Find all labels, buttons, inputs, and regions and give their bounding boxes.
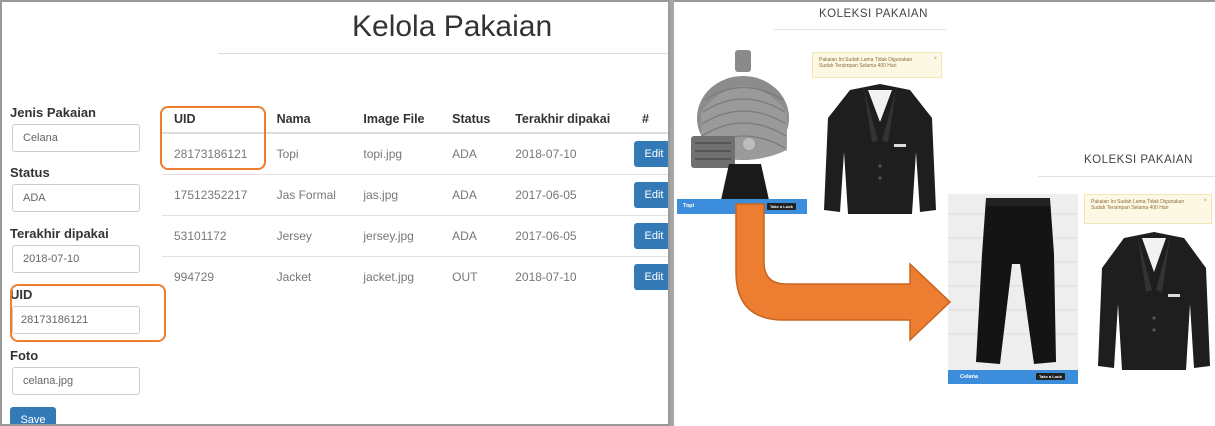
row-tanggal: 2018-07-10 xyxy=(503,133,630,175)
row-image: jacket.jpg xyxy=(363,270,415,284)
edit-button[interactable]: Edit xyxy=(634,182,668,208)
topi-card-name: Topi xyxy=(683,203,695,209)
row-nama: Jersey xyxy=(264,215,352,257)
table-row: 53101172 Jersey jersey.jpg ADA 2017-06-0… xyxy=(162,215,668,257)
row-nama: Topi xyxy=(264,133,352,175)
row-status: ADA xyxy=(440,133,504,175)
celana-take-look-button[interactable]: Take a Look xyxy=(1036,373,1065,380)
row-image: jersey.jpg xyxy=(351,215,441,257)
table-row: 17512352217 Jas Formal jas.jpg ADA 2017-… xyxy=(162,174,668,216)
row-tanggal: 2017-06-05 xyxy=(503,174,630,216)
jas-image xyxy=(824,84,936,214)
status-column-header: Status xyxy=(440,106,504,134)
close-icon[interactable]: × xyxy=(933,56,937,62)
row-nama: Jas Formal xyxy=(264,174,352,216)
row-uid: 994729 xyxy=(174,270,215,284)
tanggal-column-header: Terakhir dipakai xyxy=(503,106,630,134)
edit-button[interactable]: Edit xyxy=(634,223,668,249)
row-tanggal: 2018-07-10 xyxy=(515,270,577,284)
koleksi-title-bottom: KOLEKSI PAKAIAN xyxy=(1084,154,1193,166)
save-button[interactable]: Save xyxy=(10,407,56,424)
terakhir-input[interactable]: 2018-07-10 xyxy=(12,245,140,273)
edit-button[interactable]: Edit xyxy=(634,264,668,290)
row-status: ADA xyxy=(440,174,504,216)
koleksi-title-top: KOLEKSI PAKAIAN xyxy=(819,8,928,20)
row-image: topi.jpg xyxy=(351,133,441,175)
close-icon[interactable]: × xyxy=(1203,198,1207,204)
koleksi-panel: KOLEKSI PAKAIAN Topi Take a Look Pakaian… xyxy=(674,0,1215,426)
table-row: 994729 Jacket jacket.jpg OUT 2018-07-10 … xyxy=(162,257,668,298)
foto-input[interactable]: celana.jpg xyxy=(12,367,140,395)
terakhir-label: Terakhir dipakai xyxy=(10,226,109,241)
topi-image xyxy=(691,50,789,200)
edit-button[interactable]: Edit xyxy=(634,141,668,167)
celana-card-bar: Celana Take a Look xyxy=(948,370,1078,384)
row-uid: 53101172 xyxy=(162,215,265,257)
status-input[interactable]: ADA xyxy=(12,184,140,212)
celana-image xyxy=(948,194,1078,370)
nama-column-header: Nama xyxy=(264,106,352,134)
notification-top: Pakaian Ini Sudah Lama Tidak Digunakan S… xyxy=(812,52,942,78)
uid-input-highlight xyxy=(10,284,166,342)
foto-label: Foto xyxy=(10,348,39,363)
celana-card-name: Celana xyxy=(960,374,979,380)
koleksi-divider-bottom xyxy=(1038,176,1215,177)
action-column-header: # xyxy=(630,106,668,134)
topi-card: Topi Take a Look xyxy=(677,40,807,214)
jas-image-bottom xyxy=(1098,232,1210,370)
row-tanggal: 2017-06-05 xyxy=(503,215,630,257)
notification-bottom-line2: Sudah Tersimpan Selama 400 Hari xyxy=(1091,205,1169,211)
flow-arrow-icon xyxy=(735,203,952,342)
row-nama: Jacket xyxy=(276,270,312,284)
uid-cell-highlight xyxy=(160,106,266,170)
row-status: ADA xyxy=(440,215,504,257)
kelola-panel: Kelola Pakaian Jenis Pakaian Celana Stat… xyxy=(0,0,670,426)
notification-top-line2: Sudah Tersimpan Selama 400 Hari xyxy=(819,63,897,69)
jenis-input[interactable]: Celana xyxy=(12,124,140,152)
status-label: Status xyxy=(10,165,50,180)
row-status: OUT xyxy=(452,270,478,284)
koleksi-divider-top xyxy=(774,29,946,30)
jenis-label: Jenis Pakaian xyxy=(10,105,96,120)
row-image: jas.jpg xyxy=(351,174,441,216)
image-column-header: Image File xyxy=(351,106,441,134)
notification-bottom: Pakaian Ini Sudah Lama Tidak Digunakan S… xyxy=(1084,194,1212,224)
row-uid: 17512352217 xyxy=(162,174,265,216)
page-title: Kelola Pakaian xyxy=(352,10,553,43)
celana-card: Celana Take a Look xyxy=(948,194,1078,384)
title-divider xyxy=(218,53,668,54)
